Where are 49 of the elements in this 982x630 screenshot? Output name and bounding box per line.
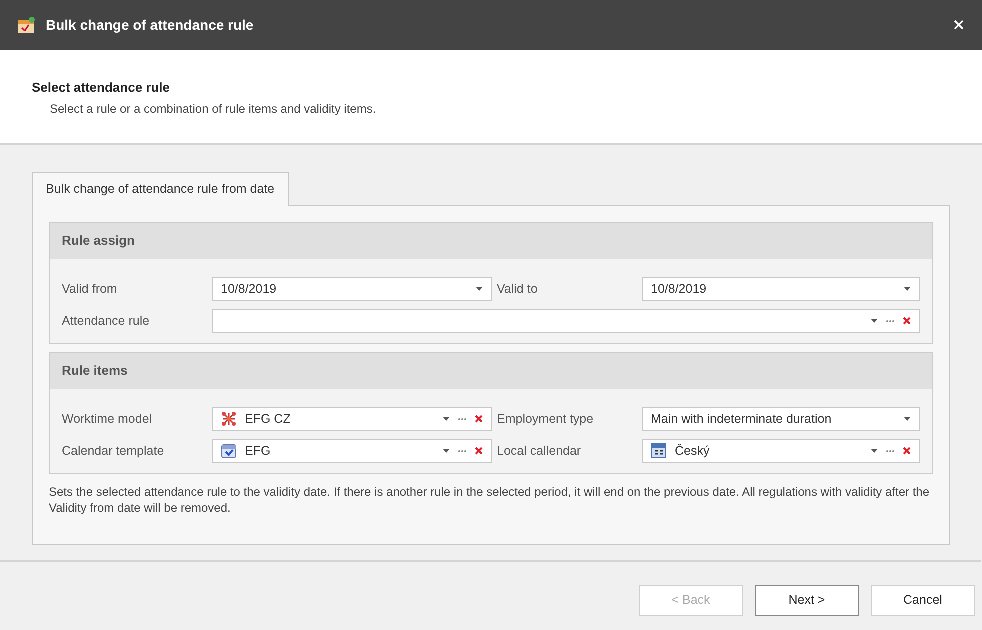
header-subtitle: Select a rule or a combination of rule items and validity items. — [49, 100, 378, 118]
field-value: 10/8/2019 — [221, 280, 278, 298]
app-icon — [18, 17, 36, 33]
lookup-field[interactable]: EFG — [212, 439, 492, 463]
dropdown-caret-icon[interactable] — [443, 417, 450, 421]
close-icon[interactable] — [954, 20, 964, 30]
dialog-button[interactable]: Cancel — [871, 585, 975, 616]
lookup-field[interactable] — [212, 309, 920, 333]
ellipsis-icon[interactable] — [886, 320, 895, 322]
clear-icon[interactable] — [475, 415, 483, 423]
field-value: Main with indeterminate duration — [651, 410, 833, 428]
field-label: Local callendar — [497, 442, 582, 460]
dropdown-caret-icon[interactable] — [476, 287, 483, 291]
dropdown-field[interactable]: 10/8/2019 — [212, 277, 492, 301]
ellipsis-icon[interactable] — [886, 450, 895, 452]
ellipsis-icon[interactable] — [458, 418, 467, 420]
dropdown-caret-icon[interactable] — [871, 319, 878, 323]
dropdown-caret-icon[interactable] — [871, 449, 878, 453]
clear-icon[interactable] — [903, 447, 911, 455]
clear-icon[interactable] — [903, 317, 911, 325]
network-icon — [221, 411, 237, 427]
field-value: EFG CZ — [245, 410, 292, 428]
group-header: Rule items — [50, 353, 932, 389]
dropdown-caret-icon[interactable] — [904, 287, 911, 291]
field-value: Český — [675, 442, 711, 460]
field-label: Employment type — [497, 410, 595, 428]
calendar-icon — [651, 443, 667, 459]
field-value: EFG — [245, 442, 272, 460]
tab[interactable]: Bulk change of attendance rule from date — [32, 172, 289, 206]
field-label: Worktime model — [62, 410, 154, 428]
clear-icon[interactable] — [475, 447, 483, 455]
field-label: Valid to — [497, 280, 539, 298]
calendar-check-icon — [221, 443, 237, 459]
info-note: Sets the selected attendance rule to the validity date. If there is another rule in the selected period, it will end on the previous date. All regulations with validity after the Validity from date will be removed. — [49, 484, 931, 516]
dialog-button[interactable]: Next > — [755, 585, 859, 616]
field-value: 10/8/2019 — [651, 280, 708, 298]
group-header: Rule assign — [50, 223, 932, 259]
dropdown-caret-icon[interactable] — [443, 449, 450, 453]
dropdown-field[interactable]: 10/8/2019 — [642, 277, 920, 301]
lookup-field[interactable]: Český — [642, 439, 920, 463]
field-label: Valid from — [62, 280, 118, 298]
lookup-field[interactable]: EFG CZ — [212, 407, 492, 431]
window-title: Bulk change of attendance rule — [46, 16, 255, 35]
header-title: Select attendance rule — [32, 79, 171, 97]
field-label: Calendar template — [62, 442, 166, 460]
field-label: Attendance rule — [62, 312, 151, 330]
dropdown-field[interactable]: Main with indeterminate duration — [642, 407, 920, 431]
ellipsis-icon[interactable] — [458, 450, 467, 452]
dropdown-caret-icon[interactable] — [904, 417, 911, 421]
